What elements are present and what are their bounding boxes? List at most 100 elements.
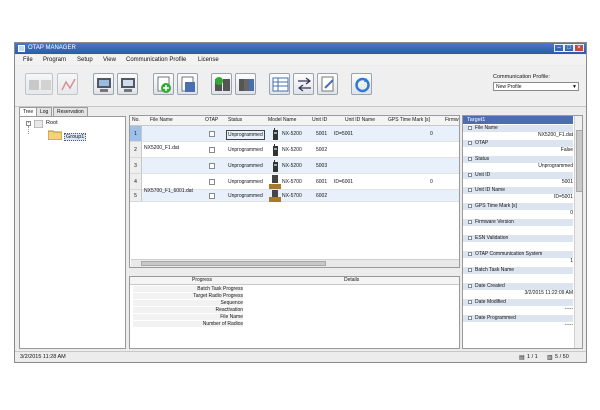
maximize-icon[interactable]: □ bbox=[564, 44, 574, 52]
grid-horizontal-scrollbar[interactable] bbox=[131, 259, 459, 267]
row-header[interactable]: 5 bbox=[130, 190, 142, 202]
read-pc-button[interactable] bbox=[117, 73, 138, 95]
col-otap[interactable]: OTAP bbox=[205, 117, 218, 123]
property-name[interactable]: File Name bbox=[463, 125, 573, 132]
root-icon bbox=[34, 120, 43, 128]
delete-file-icon bbox=[181, 76, 195, 92]
property-name[interactable]: Unit ID bbox=[463, 172, 573, 179]
col-file-name[interactable]: File Name bbox=[150, 117, 173, 123]
property-panel: Target1 File Name NX5200_F1.dat OTAP Fal… bbox=[462, 115, 583, 349]
menu-setup[interactable]: Setup bbox=[77, 57, 93, 63]
col-unit-id-name[interactable]: Unit ID Name bbox=[345, 117, 375, 123]
radio-group-icon bbox=[239, 79, 254, 91]
col-unit-id[interactable]: Unit ID bbox=[312, 117, 327, 123]
expand-icon bbox=[468, 126, 472, 130]
title-bar: OTAP MANAGER – □ × bbox=[15, 43, 586, 54]
col-model-name[interactable]: Model Name bbox=[268, 117, 296, 123]
unit-id-cell: 6001 bbox=[316, 179, 328, 185]
status-datetime: 3/2/2015 11:28 AM bbox=[20, 354, 66, 360]
menu-license[interactable]: License bbox=[198, 57, 219, 63]
refresh-button[interactable] bbox=[351, 73, 372, 95]
property-name[interactable]: Status bbox=[463, 156, 573, 163]
table-view-button[interactable] bbox=[269, 73, 290, 95]
property-scrollbar[interactable] bbox=[574, 116, 582, 348]
toolbar: Communication Profile: New Profile ▼ bbox=[15, 66, 586, 107]
tree-panel: - Root Group1 bbox=[19, 116, 126, 349]
radio-grid: No. File Name OTAP Status Model Name Uni… bbox=[129, 115, 460, 268]
expand-icon bbox=[468, 173, 472, 177]
row-header[interactable]: 1 bbox=[130, 126, 142, 142]
expand-icon bbox=[468, 268, 472, 272]
col-status[interactable]: Status bbox=[228, 117, 242, 123]
row-header[interactable]: 4 bbox=[130, 174, 142, 190]
property-value: Unprogrammed bbox=[538, 163, 573, 169]
details-column: Details bbox=[344, 277, 360, 283]
otap-checkbox[interactable] bbox=[209, 179, 215, 185]
property-value: 0 bbox=[570, 210, 573, 216]
unit-name-cell: ID=5001 bbox=[334, 131, 354, 137]
row-header[interactable]: 2 bbox=[130, 142, 142, 158]
property-value: 5001 bbox=[561, 179, 573, 185]
menu-view[interactable]: View bbox=[103, 57, 116, 63]
minimize-icon[interactable]: – bbox=[554, 44, 564, 52]
menu-communication-profile[interactable]: Communication Profile bbox=[126, 57, 186, 63]
property-value: NX5200_F1.dat bbox=[537, 132, 573, 138]
radio-icon bbox=[273, 144, 278, 156]
col-no[interactable]: No. bbox=[132, 117, 140, 123]
tab-tree[interactable]: Tree bbox=[19, 107, 38, 116]
otap-checkbox[interactable] bbox=[209, 163, 215, 169]
signal-button[interactable] bbox=[57, 73, 78, 95]
progress-label: Number of Radios bbox=[133, 321, 243, 327]
property-name[interactable]: OTAP Communication System bbox=[463, 251, 573, 258]
otap-checkbox[interactable] bbox=[209, 147, 215, 153]
radio-icon bbox=[273, 128, 278, 140]
table-row[interactable]: Unprogrammed NX-5200 5001 ID=5001 0 bbox=[142, 126, 459, 142]
model-cell: NX-5700 bbox=[282, 179, 302, 185]
property-value: 1 bbox=[570, 258, 573, 264]
property-name[interactable]: Date Programmed bbox=[463, 315, 573, 322]
tab-reservation[interactable]: Reservation bbox=[53, 107, 88, 116]
property-name[interactable]: ESN Validation bbox=[463, 235, 573, 242]
property-value: ID=5001 bbox=[553, 194, 573, 200]
tree-root[interactable]: Root bbox=[46, 120, 58, 126]
page-icon: ▤ bbox=[519, 355, 525, 361]
scrollbar-thumb[interactable] bbox=[576, 130, 582, 192]
status-cell: Unprogrammed bbox=[228, 193, 263, 199]
add-radio-button[interactable] bbox=[211, 73, 232, 95]
table-row[interactable]: Unprogrammed NX-5200 5003 bbox=[142, 158, 459, 174]
property-name[interactable]: Date Created bbox=[463, 283, 573, 290]
property-name[interactable]: Firmware Version bbox=[463, 219, 573, 226]
table-row[interactable]: NX5700_F1_6001.dat Unprogrammed NX-5700 … bbox=[142, 188, 459, 202]
add-file-icon bbox=[157, 76, 171, 93]
delete-file-button[interactable] bbox=[177, 73, 198, 95]
edit-button[interactable] bbox=[317, 73, 338, 95]
progress-label: Batch Task Progress bbox=[133, 286, 243, 292]
property-name[interactable]: GPS Time Mark [s] bbox=[463, 203, 573, 210]
model-cell: NX-5700 bbox=[282, 193, 302, 199]
table-row[interactable]: NX5200_F1.dat Unprogrammed NX-5200 5002 bbox=[142, 142, 459, 158]
close-icon[interactable]: × bbox=[574, 44, 584, 52]
tab-log[interactable]: Log bbox=[36, 107, 53, 116]
property-name[interactable]: Unit ID Name bbox=[463, 187, 573, 194]
status-cell: Unprogrammed bbox=[228, 163, 263, 169]
property-name[interactable]: Date Modified bbox=[463, 299, 573, 306]
property-name[interactable]: OTAP bbox=[463, 140, 573, 147]
read-radio-button[interactable] bbox=[25, 73, 53, 95]
col-firmware[interactable]: Firmw bbox=[445, 117, 459, 123]
write-radio-button[interactable] bbox=[93, 73, 114, 95]
menu-file[interactable]: File bbox=[23, 57, 33, 63]
otap-checkbox[interactable] bbox=[209, 193, 215, 199]
row-header[interactable]: 3 bbox=[130, 158, 142, 174]
signal-icon bbox=[61, 78, 76, 91]
radio-list-button[interactable] bbox=[235, 73, 256, 95]
otap-checkbox[interactable] bbox=[209, 131, 215, 137]
transfer-button[interactable] bbox=[293, 73, 314, 95]
menu-program[interactable]: Program bbox=[43, 57, 66, 63]
add-file-button[interactable] bbox=[153, 73, 174, 95]
property-name[interactable]: Batch Task Name bbox=[463, 267, 573, 274]
property-title: Target1 bbox=[467, 117, 486, 123]
scrollbar-thumb[interactable] bbox=[141, 261, 326, 266]
col-gps-time[interactable]: GPS Time Mark [s] bbox=[388, 117, 430, 123]
tree-group[interactable]: Group1 bbox=[64, 133, 87, 141]
comm-profile-select[interactable]: New Profile ▼ bbox=[493, 82, 579, 91]
